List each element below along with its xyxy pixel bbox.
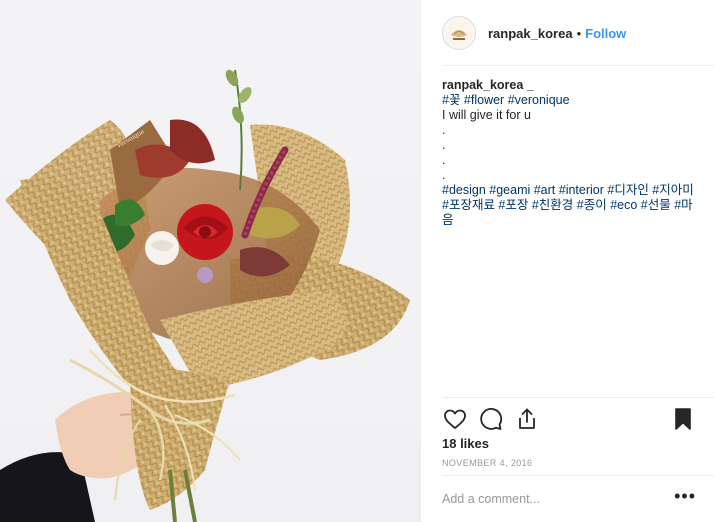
- post-photo[interactable]: Veronique: [0, 0, 420, 522]
- ranpak-logo-icon: [445, 19, 473, 47]
- comment-box: •••: [442, 484, 696, 514]
- caption-hashtags-2[interactable]: #design #geami #art #interior #디자인 #지아미 …: [442, 183, 697, 228]
- save-button[interactable]: [670, 406, 696, 432]
- share-button[interactable]: [514, 406, 540, 432]
- avatar[interactable]: [442, 16, 476, 50]
- post-details-panel: ranpak_korea • Follow ranpak_korea _ #꽃 …: [420, 0, 714, 522]
- comment-button[interactable]: [478, 406, 504, 432]
- likes-count[interactable]: 18 likes: [442, 436, 489, 451]
- caption-dot: .: [442, 153, 446, 167]
- caption-dot: .: [442, 123, 446, 137]
- post-actions: [442, 404, 696, 434]
- add-comment-input[interactable]: [442, 492, 675, 506]
- bookmark-icon: [675, 408, 691, 430]
- more-options-icon[interactable]: •••: [674, 487, 696, 507]
- caption-dot: .: [442, 138, 446, 152]
- header-divider: [442, 65, 714, 66]
- post-username[interactable]: ranpak_korea: [488, 26, 573, 41]
- actions-divider: [442, 397, 714, 398]
- caption-author[interactable]: ranpak_korea _: [442, 78, 697, 93]
- post-date[interactable]: NOVEMBER 4, 2016: [442, 458, 532, 468]
- heart-icon: [444, 409, 466, 429]
- caption-hashtags-1[interactable]: #꽃 #flower #veronique: [442, 93, 697, 108]
- comment-icon: [480, 408, 503, 430]
- bouquet-illustration: Veronique: [0, 69, 410, 522]
- follow-button[interactable]: Follow: [585, 26, 626, 41]
- caption-dot: .: [442, 168, 446, 182]
- post-caption: ranpak_korea _ #꽃 #flower #veronique I w…: [442, 78, 697, 228]
- like-button[interactable]: [442, 406, 468, 432]
- comment-divider: [442, 475, 714, 476]
- caption-text: I will give it for u: [442, 108, 531, 122]
- post-header: ranpak_korea • Follow: [421, 0, 714, 66]
- separator-dot: •: [576, 25, 582, 41]
- share-icon: [519, 408, 535, 429]
